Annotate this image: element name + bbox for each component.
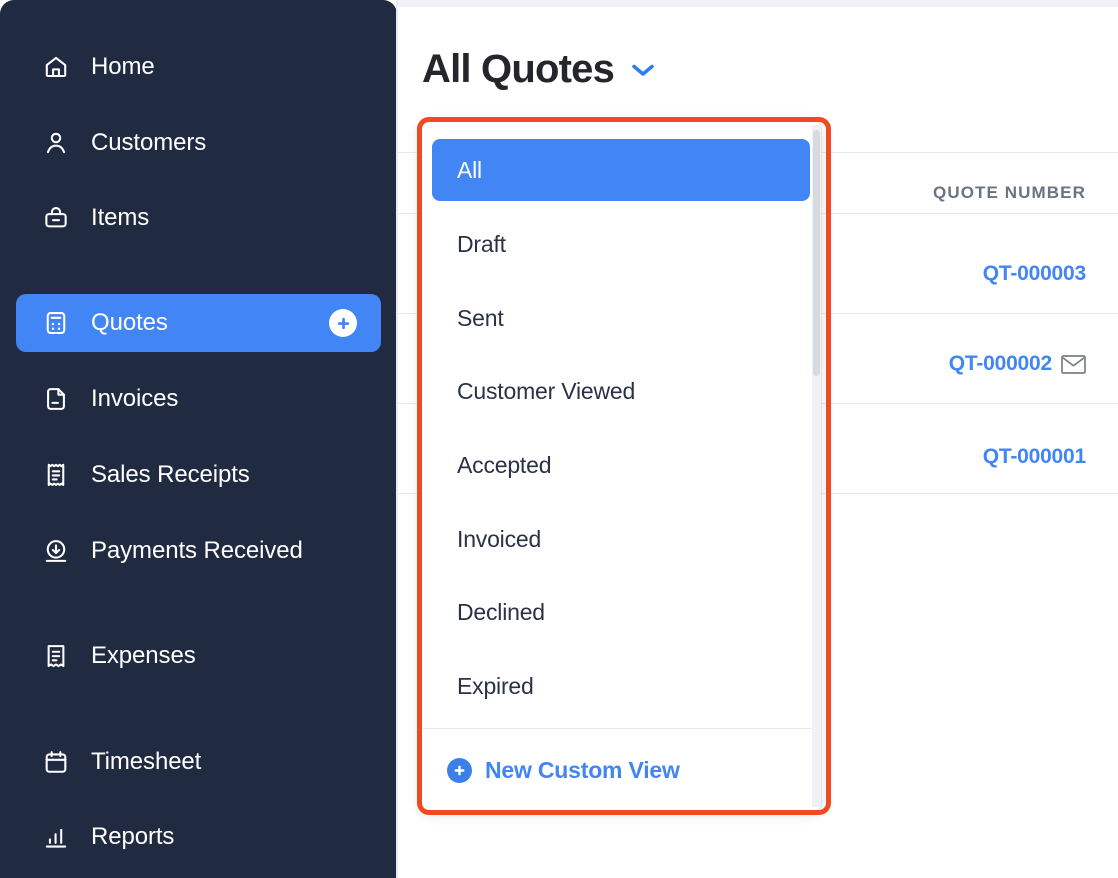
dropdown-item-all[interactable]: All: [432, 139, 810, 201]
calculator-icon: [43, 310, 69, 336]
dropdown-scrollbar-thumb[interactable]: [813, 130, 820, 376]
sidebar-item-timesheet[interactable]: Timesheet: [16, 733, 381, 791]
calendar-icon: [43, 749, 69, 775]
chevron-down-icon[interactable]: [630, 62, 656, 78]
sidebar-item-items[interactable]: Items: [16, 189, 381, 247]
dropdown-item-customer-viewed[interactable]: Customer Viewed: [432, 360, 810, 422]
basket-icon: [43, 205, 69, 231]
dropdown-item-accepted[interactable]: Accepted: [432, 434, 810, 496]
dropdown-item-label: Customer Viewed: [457, 377, 636, 404]
table-column-header: QUOTE NUMBER: [933, 183, 1086, 202]
sidebar-item-payments-received[interactable]: Payments Received: [16, 522, 381, 580]
dropdown-item-label: Sent: [457, 304, 504, 331]
dropdown-item-label: Draft: [457, 230, 506, 257]
sidebar-item-reports[interactable]: Reports: [16, 808, 381, 866]
dropdown-scrollbar-track[interactable]: [812, 125, 821, 807]
document-icon: [43, 386, 69, 412]
dropdown-item-declined[interactable]: Declined: [432, 581, 810, 643]
home-icon: [43, 54, 69, 80]
dropdown-item-label: Expired: [457, 672, 534, 699]
table-row: QT-000002: [949, 352, 1086, 376]
quote-number-link[interactable]: QT-000001: [983, 445, 1086, 468]
quote-number-link[interactable]: QT-000003: [983, 262, 1086, 285]
table-row: QT-000001: [983, 445, 1086, 469]
sidebar-item-label: Reports: [91, 823, 175, 850]
dropdown-item-label: Declined: [457, 598, 545, 625]
sidebar-item-label: Customers: [91, 129, 207, 156]
dropdown-item-label: All: [457, 156, 482, 183]
expense-receipt-icon: [43, 643, 69, 669]
app-root: QUOTE NUMBER QT-000003 QT-000002 QT-000001…: [0, 0, 1118, 878]
dropdown-item-sent[interactable]: Sent: [432, 287, 810, 349]
plus-circle-icon: [447, 757, 472, 783]
sidebar-item-label: Expenses: [91, 642, 196, 669]
dropdown-item-label: Accepted: [457, 451, 552, 478]
sidebar-item-expenses[interactable]: Expenses: [16, 627, 381, 685]
receipt-icon: [43, 462, 69, 488]
dropdown-item-label: Invoiced: [457, 525, 542, 552]
bar-chart-icon: [43, 824, 69, 850]
view-filter-dropdown[interactable]: All Draft Sent Customer Viewed Accepted Invoi…: [421, 121, 821, 811]
person-icon: [43, 130, 69, 156]
envelope-icon: [1061, 355, 1086, 374]
download-circle-icon: [43, 538, 69, 564]
sidebar-item-quotes[interactable]: Quotes: [16, 294, 381, 352]
new-custom-view-label: New Custom View: [485, 756, 680, 783]
sidebar-item-label: Timesheet: [91, 748, 202, 775]
quote-number-link[interactable]: QT-000002: [949, 352, 1052, 375]
dropdown-item-draft[interactable]: Draft: [432, 213, 810, 275]
sidebar-item-sales-receipts[interactable]: Sales Receipts: [16, 446, 381, 504]
plus-icon[interactable]: [329, 309, 357, 337]
page-title-text: All Quotes: [422, 47, 615, 91]
sidebar: Home Customers Items Quotes Invoices Sales Re…: [0, 0, 397, 878]
sidebar-item-label: Quotes: [91, 309, 168, 336]
sidebar-item-label: Payments Received: [91, 537, 303, 564]
sidebar-edge-divider: [396, 0, 398, 878]
table-row: QT-000003: [983, 262, 1086, 286]
window-top-strip: [397, 0, 1118, 7]
sidebar-item-invoices[interactable]: Invoices: [16, 370, 381, 428]
sidebar-item-label: Items: [91, 204, 150, 231]
sidebar-item-customers[interactable]: Customers: [16, 114, 381, 172]
sidebar-item-home[interactable]: Home: [16, 38, 381, 96]
sidebar-item-label: Invoices: [91, 385, 179, 412]
new-custom-view-button[interactable]: New Custom View: [421, 729, 821, 811]
dropdown-item-expired[interactable]: Expired: [432, 655, 810, 717]
page-title[interactable]: All Quotes: [422, 47, 656, 92]
sidebar-item-label: Home: [91, 53, 155, 80]
dropdown-item-invoiced[interactable]: Invoiced: [432, 508, 810, 570]
sidebar-item-label: Sales Receipts: [91, 461, 250, 488]
